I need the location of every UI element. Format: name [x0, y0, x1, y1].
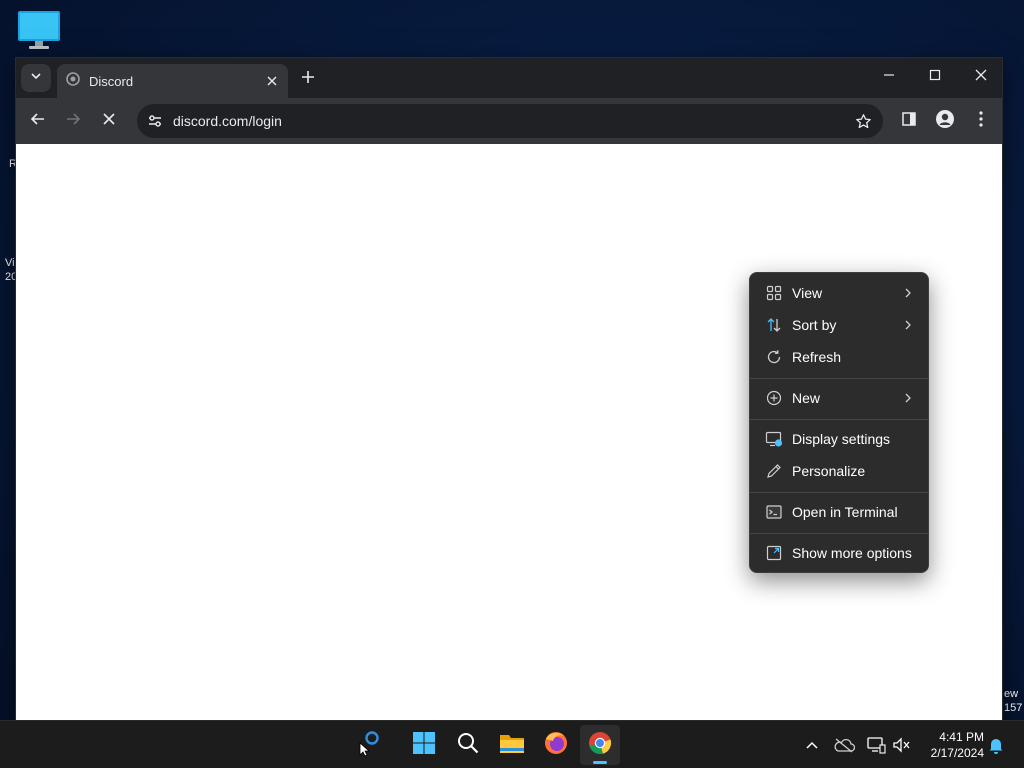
discord-logo-icon — [65, 71, 81, 92]
kebab-menu-icon — [979, 110, 983, 132]
menu-item-label: Display settings — [792, 431, 891, 447]
menu-separator — [750, 419, 928, 420]
stop-loading-icon — [102, 112, 116, 131]
pen-icon — [764, 461, 784, 481]
copilot-icon — [352, 729, 380, 762]
menu-item-label: New — [792, 390, 821, 406]
menu-item-label: Show more options — [792, 545, 912, 561]
menu-item-label: Personalize — [792, 463, 866, 479]
forward-arrow-icon — [65, 111, 81, 132]
menu-item-label: Refresh — [792, 349, 842, 365]
tab-search-button[interactable] — [21, 64, 51, 92]
minimize-icon — [883, 68, 895, 86]
address-bar[interactable]: discord.com/login — [137, 104, 883, 138]
taskbar: 4:41 PM 2/17/2024 — [0, 720, 1024, 768]
close-tab-icon[interactable] — [264, 73, 280, 89]
desktop-label-fragment: 157 — [1004, 702, 1023, 714]
menu-item-view[interactable]: View — [754, 279, 924, 307]
menu-item-label: Sort by — [792, 317, 837, 333]
close-icon — [975, 68, 987, 86]
side-panel-button[interactable] — [895, 107, 923, 135]
chevron-right-icon — [900, 317, 916, 333]
grid-icon — [764, 283, 784, 303]
file-explorer-button[interactable] — [492, 725, 532, 765]
monitor-icon[interactable] — [16, 10, 62, 50]
menu-item-open-in-terminal[interactable]: Open in Terminal — [754, 498, 924, 526]
desktop-label-fragment: ew — [1004, 688, 1019, 700]
desktop-context-menu: View Sort by Refresh New Display setting… — [749, 272, 929, 573]
clock-time: 4:41 PM — [939, 730, 984, 744]
forward-button[interactable] — [59, 107, 87, 135]
chrome-icon — [587, 730, 613, 761]
profile-icon — [935, 109, 955, 134]
refresh-icon — [764, 347, 784, 367]
minimize-button[interactable] — [866, 58, 912, 96]
browser-menu-button[interactable] — [967, 107, 995, 135]
menu-separator — [750, 378, 928, 379]
menu-item-label: Open in Terminal — [792, 504, 898, 520]
sort-icon — [764, 315, 784, 335]
start-icon — [412, 731, 436, 760]
start-button[interactable] — [404, 725, 444, 765]
plus-circle-icon — [764, 388, 784, 408]
browser-toolbar: discord.com/login — [16, 98, 1002, 144]
tab-title: Discord — [89, 73, 134, 89]
clock-date: 2/17/2024 — [930, 746, 984, 760]
file-explorer-icon — [499, 732, 525, 759]
chevron-down-icon — [30, 69, 42, 87]
menu-item-show-more-options[interactable]: Show more options — [754, 539, 924, 567]
display-settings-icon — [764, 429, 784, 449]
terminal-icon — [764, 502, 784, 522]
chevron-right-icon — [900, 285, 916, 301]
tab-discord[interactable]: Discord — [57, 64, 288, 98]
menu-item-label: View — [792, 285, 823, 301]
system-clock[interactable]: 4:41 PM 2/17/2024 — [918, 729, 984, 761]
new-tab-button[interactable] — [296, 68, 320, 90]
stop-loading-button[interactable] — [95, 107, 123, 135]
active-app-indicator — [593, 761, 607, 764]
menu-item-sort-by[interactable]: Sort by — [754, 311, 924, 339]
back-button[interactable] — [24, 107, 52, 135]
chevron-right-icon — [900, 390, 916, 406]
menu-separator — [750, 533, 928, 534]
menu-item-new[interactable]: New — [754, 384, 924, 412]
firefox-icon — [543, 730, 569, 761]
bell-icon[interactable] — [984, 733, 1008, 757]
menu-item-refresh[interactable]: Refresh — [754, 343, 924, 371]
close-window-button[interactable] — [958, 58, 1004, 96]
profile-button[interactable] — [931, 107, 959, 135]
firefox-button[interactable] — [536, 725, 576, 765]
star-icon[interactable] — [853, 111, 873, 131]
network-icon[interactable] — [864, 733, 888, 757]
url-text: discord.com/login — [173, 113, 282, 129]
back-arrow-icon — [30, 111, 46, 132]
expand-icon — [764, 543, 784, 563]
onedrive-icon[interactable] — [832, 733, 856, 757]
desktop-label-fragment: Vi — [5, 257, 15, 269]
plus-icon — [301, 70, 315, 89]
tab-strip: Discord — [16, 58, 1002, 98]
side-panel-icon — [901, 111, 917, 132]
chrome-button[interactable] — [580, 725, 620, 765]
tune-icon[interactable] — [145, 111, 165, 131]
menu-item-personalize[interactable]: Personalize — [754, 457, 924, 485]
menu-item-display-settings[interactable]: Display settings — [754, 425, 924, 453]
maximize-icon — [929, 68, 941, 86]
search-icon — [457, 732, 479, 759]
maximize-button[interactable] — [912, 58, 958, 96]
search-button[interactable] — [448, 725, 488, 765]
chevron-up-icon[interactable] — [800, 733, 824, 757]
volume-muted-icon[interactable] — [890, 733, 914, 757]
menu-separator — [750, 492, 928, 493]
copilot-button[interactable] — [346, 725, 386, 765]
